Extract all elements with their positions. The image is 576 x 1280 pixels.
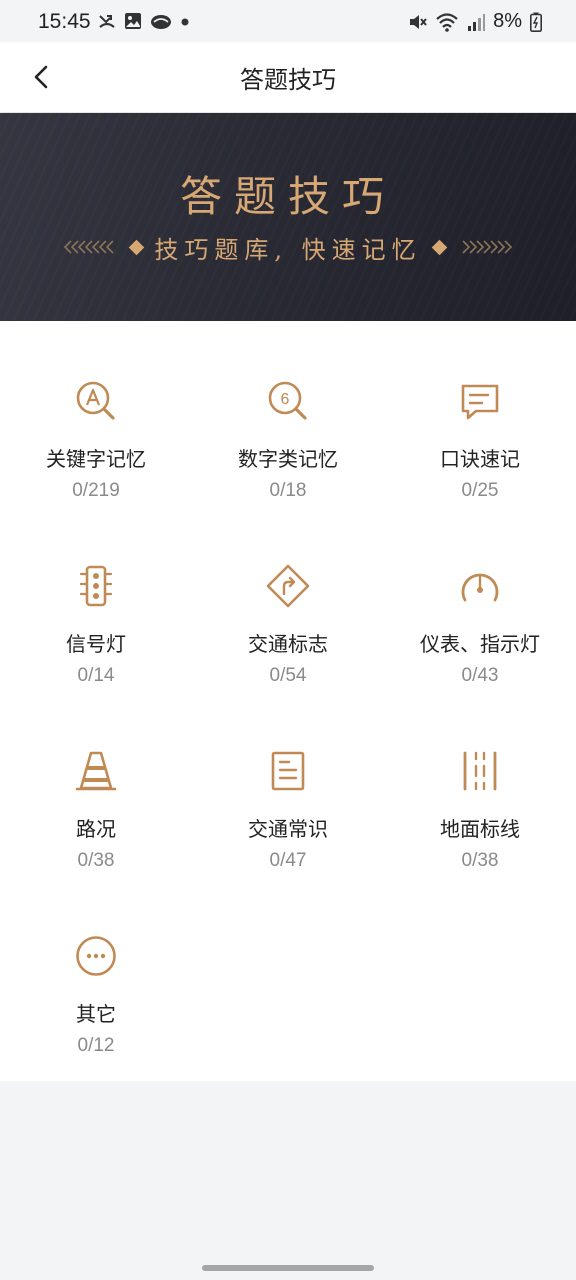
left-arrows-decoration-icon [64,240,114,254]
svg-text:6: 6 [281,391,290,408]
category-label: 地面标线 [440,817,520,841]
category-label: 信号灯 [66,632,126,656]
banner-subtitle: 技巧题库, 快速记忆 [154,235,422,264]
magnifier-letter-a-icon [76,381,115,420]
banner-title: 答题技巧 [179,172,396,221]
category-label: 路况 [76,817,116,841]
category-label: 数字类记忆 [238,447,338,471]
signal-icon [468,13,486,31]
category-count: 0/54 [269,665,307,686]
status-bar: 15:45 8% [0,0,576,42]
category-label: 关键字记忆 [46,447,146,471]
category-label: 交通常识 [248,817,328,841]
traffic-light-icon [79,565,113,607]
category-number-memory[interactable]: 6 数字类记忆 0/18 [192,321,384,501]
gauge-icon [461,573,499,602]
traffic-cone-icon [75,751,117,791]
home-indicator[interactable] [202,1265,374,1271]
battery-percent: 8% [493,10,522,32]
category-dashboard-indicator[interactable]: 仪表、指示灯 0/43 [384,506,576,686]
missed-call-icon [99,15,115,28]
wifi-icon [436,12,458,32]
category-traffic-light[interactable]: 信号灯 0/14 [0,506,192,686]
category-label: 交通标志 [248,632,328,656]
gallery-icon [125,13,141,29]
page-title: 答题技巧 [240,66,336,94]
more-circle-icon [76,936,116,976]
category-keyword-memory[interactable]: 关键字记忆 0/219 [0,321,192,501]
category-count: 0/38 [77,850,115,871]
category-traffic-knowledge[interactable]: 交通常识 0/47 [192,691,384,871]
traffic-sign-icon [266,564,310,608]
category-count: 0/219 [72,480,120,501]
document-icon [271,751,305,791]
category-label: 口诀速记 [440,447,520,471]
category-count: 0/18 [269,480,307,501]
navigation-bar: 答题技巧 [0,42,576,113]
category-count: 0/14 [77,665,115,686]
right-arrows-decoration-icon [462,240,512,254]
diamond-left-icon [129,239,145,255]
category-road-condition[interactable]: 路况 0/38 [0,691,192,871]
category-label: 仪表、指示灯 [420,632,540,656]
banner: 答题技巧 技巧题库, 快速记忆 [0,113,576,321]
status-notification-icons [98,12,190,30]
category-count: 0/12 [77,1035,115,1056]
category-grid: 关键字记忆 0/219 6 数字类记忆 0/18 口诀速记 0/25 信号灯 0… [0,321,576,1081]
category-count: 0/25 [461,480,499,501]
dot-icon [181,18,189,26]
chat-bubble-icon [461,384,499,420]
road-lines-icon [463,751,497,791]
category-label: 其它 [76,1002,116,1026]
diamond-right-icon [431,239,447,255]
banner-subtitle-row: 技巧题库, 快速记忆 [0,229,576,265]
category-count: 0/47 [269,850,307,871]
category-others[interactable]: 其它 0/12 [0,876,192,1056]
category-mnemonic[interactable]: 口诀速记 0/25 [384,321,576,501]
cloud-icon [151,15,171,29]
battery-icon [530,12,542,32]
status-system-icons: 8% [407,10,542,33]
mute-icon [410,14,427,29]
category-count: 0/38 [461,850,499,871]
category-road-markings[interactable]: 地面标线 0/38 [384,691,576,871]
category-traffic-sign[interactable]: 交通标志 0/54 [192,506,384,686]
status-time: 15:45 [38,10,91,33]
category-count: 0/43 [461,665,499,686]
magnifier-number-6-icon: 6 [268,381,307,420]
